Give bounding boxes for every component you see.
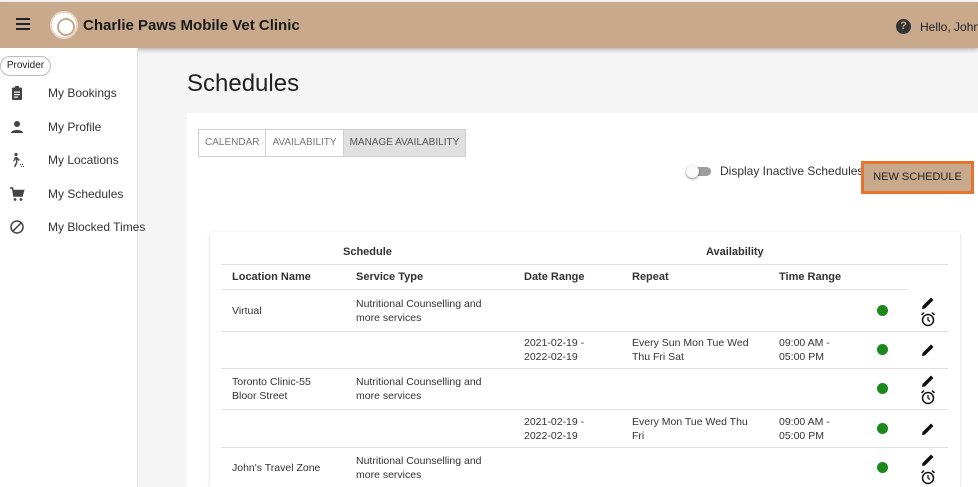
row-location: Toronto Clinic-55 Bloor Street: [232, 376, 311, 402]
sidebar-item-my-bookings[interactable]: My Bookings: [0, 79, 138, 107]
alarm-icon[interactable]: [920, 389, 936, 405]
sidebar-item-label: My Profile: [48, 120, 102, 134]
row-date-range: 2021-02-19 - 2022-02-19: [524, 416, 585, 442]
edit-icon[interactable]: [920, 295, 936, 311]
active-status-dot: [877, 305, 888, 316]
sidebar-item-my-blocked-times[interactable]: My Blocked Times: [0, 213, 145, 241]
row-divider: [221, 409, 948, 410]
block-icon: [10, 220, 24, 234]
column-header-date-range[interactable]: Date Range: [524, 271, 585, 283]
inactive-schedules-toggle[interactable]: [686, 165, 712, 178]
app-title: Charlie Paws Mobile Vet Clinic: [83, 17, 300, 34]
role-chip[interactable]: Provider: [0, 56, 51, 76]
header-divider: [221, 264, 948, 265]
sidebar-item-my-profile[interactable]: My Profile: [0, 113, 138, 141]
row-location: Virtual: [232, 305, 262, 317]
row-service: Nutritional Counselling and more service…: [356, 376, 482, 402]
app-bar: Charlie Paws Mobile Vet Clinic ? Hello, …: [0, 2, 978, 48]
sidebar-item-label: My Blocked Times: [48, 220, 146, 234]
sidebar-item-my-locations[interactable]: My Locations: [0, 146, 138, 174]
clinic-logo: [50, 11, 78, 39]
active-status-dot: [877, 462, 888, 473]
row-time-range: 09:00 AM - 05:00 PM: [779, 416, 830, 442]
edit-icon[interactable]: [920, 373, 936, 389]
toggle-label: Display Inactive Schedules: [720, 164, 864, 178]
tab-manage-availability[interactable]: MANAGE AVAILABILITY: [343, 130, 466, 156]
new-schedule-button[interactable]: NEW SCHEDULE: [861, 161, 974, 194]
group-header-schedule: Schedule: [343, 246, 392, 258]
edit-icon[interactable]: [920, 342, 936, 358]
view-tabs: CALENDAR AVAILABILITY MANAGE AVAILABILIT…: [198, 129, 467, 157]
help-icon[interactable]: ?: [896, 19, 911, 34]
row-service: Nutritional Counselling and more service…: [356, 455, 482, 481]
sidebar-item-label: My Bookings: [48, 86, 117, 100]
menu-icon[interactable]: [16, 18, 30, 30]
tab-availability[interactable]: AVAILABILITY: [266, 130, 344, 156]
row-service: Nutritional Counselling and more service…: [356, 298, 482, 324]
group-header-availability: Availability: [706, 246, 764, 258]
walking-icon: [13, 152, 24, 167]
alarm-icon[interactable]: [920, 311, 936, 327]
sidebar-item-my-schedules[interactable]: My Schedules: [0, 180, 138, 208]
row-divider: [221, 331, 948, 332]
column-header-location[interactable]: Location Name: [232, 271, 311, 283]
person-icon: [11, 121, 23, 133]
row-repeat: Every Mon Tue Wed Thu Fri: [632, 416, 748, 442]
row-location: John's Travel Zone: [232, 462, 321, 474]
column-header-time-range[interactable]: Time Range: [779, 271, 841, 283]
active-status-dot: [877, 423, 888, 434]
edit-icon[interactable]: [920, 452, 936, 468]
tab-calendar[interactable]: CALENDAR: [199, 130, 267, 156]
sidebar: Provider My Bookings My Profile My Locat…: [0, 48, 145, 487]
row-divider: [221, 447, 948, 448]
header-divider: [221, 289, 908, 290]
row-divider: [221, 368, 948, 369]
row-repeat: Every Sun Mon Tue Wed Thu Fri Sat: [632, 337, 749, 363]
column-header-repeat[interactable]: Repeat: [632, 271, 669, 283]
alarm-icon[interactable]: [920, 469, 936, 485]
clipboard-icon: [12, 86, 22, 100]
edit-icon[interactable]: [920, 421, 936, 437]
sidebar-item-label: My Schedules: [48, 187, 124, 201]
row-date-range: 2021-02-19 - 2022-02-19: [524, 337, 585, 363]
column-header-service[interactable]: Service Type: [356, 271, 423, 283]
cart-icon: [10, 187, 25, 201]
active-status-dot: [877, 344, 888, 355]
page-title: Schedules: [187, 70, 300, 97]
active-status-dot: [877, 383, 888, 394]
row-time-range: 09:00 AM - 05:00 PM: [779, 337, 830, 363]
sidebar-item-label: My Locations: [48, 153, 119, 167]
user-greeting[interactable]: Hello, John: [920, 20, 978, 34]
